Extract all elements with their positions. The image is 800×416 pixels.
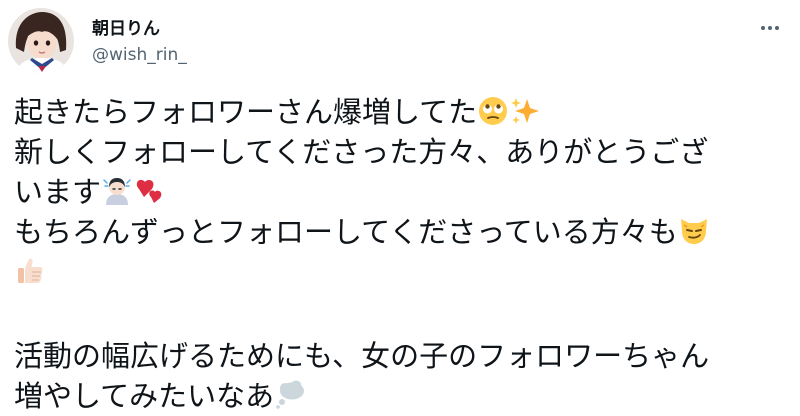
tweet-line-text: 活動の幅広げるためにも、女の子のフォロワーちゃん bbox=[14, 339, 710, 373]
tweet-line: 活動の幅広げるためにも、女の子のフォロワーちゃん bbox=[14, 336, 794, 376]
thumbs-up-icon bbox=[14, 255, 46, 287]
tweet-line bbox=[14, 252, 794, 292]
tweet-line: もちろんずっとフォローしてくださっている方々も bbox=[14, 212, 794, 252]
tweet-line-text: 起きたらフォロワーさん爆増してた bbox=[14, 95, 478, 129]
more-dot bbox=[768, 26, 772, 30]
tweet-line-text: 新しくフォローしてくださった方々、ありがとうござ bbox=[14, 135, 709, 169]
tweet-line: 起きたらフォロワーさん爆増してた bbox=[14, 92, 794, 132]
display-name[interactable]: 朝日りん bbox=[92, 18, 160, 40]
two-hearts-icon bbox=[133, 175, 165, 207]
face-with-rolling-eyes-icon bbox=[477, 95, 509, 127]
more-horizontal-icon bbox=[761, 26, 765, 30]
tweet-text: 起きたらフォロワーさん爆増してた 新しくフォローしてくださった方々、ありがとうご… bbox=[14, 92, 794, 416]
sparkles-icon bbox=[509, 95, 541, 127]
tweet-line-text: 増やしてみたいなあ bbox=[14, 379, 275, 413]
avatar[interactable] bbox=[8, 8, 74, 74]
more-dot bbox=[775, 26, 779, 30]
tweet-line: います bbox=[14, 172, 794, 212]
tweet-card: 朝日りん @wish_rin_ 起きたらフォロワーさん爆増してた 新しくフォロー… bbox=[0, 0, 800, 416]
username-handle[interactable]: @wish_rin_ bbox=[92, 44, 187, 66]
thought-balloon-icon bbox=[274, 379, 306, 411]
tweet-line-text: もちろんずっとフォローしてくださっている方々も bbox=[14, 215, 678, 249]
smirking-cat-icon bbox=[678, 215, 710, 247]
more-options-button[interactable] bbox=[754, 16, 786, 40]
tweet-line: 増やしてみたいなあ bbox=[14, 376, 794, 416]
tweet-line: 新しくフォローしてくださった方々、ありがとうござ bbox=[14, 132, 794, 172]
person-bowing-icon bbox=[101, 175, 133, 207]
tweet-line-text: います bbox=[14, 175, 102, 209]
